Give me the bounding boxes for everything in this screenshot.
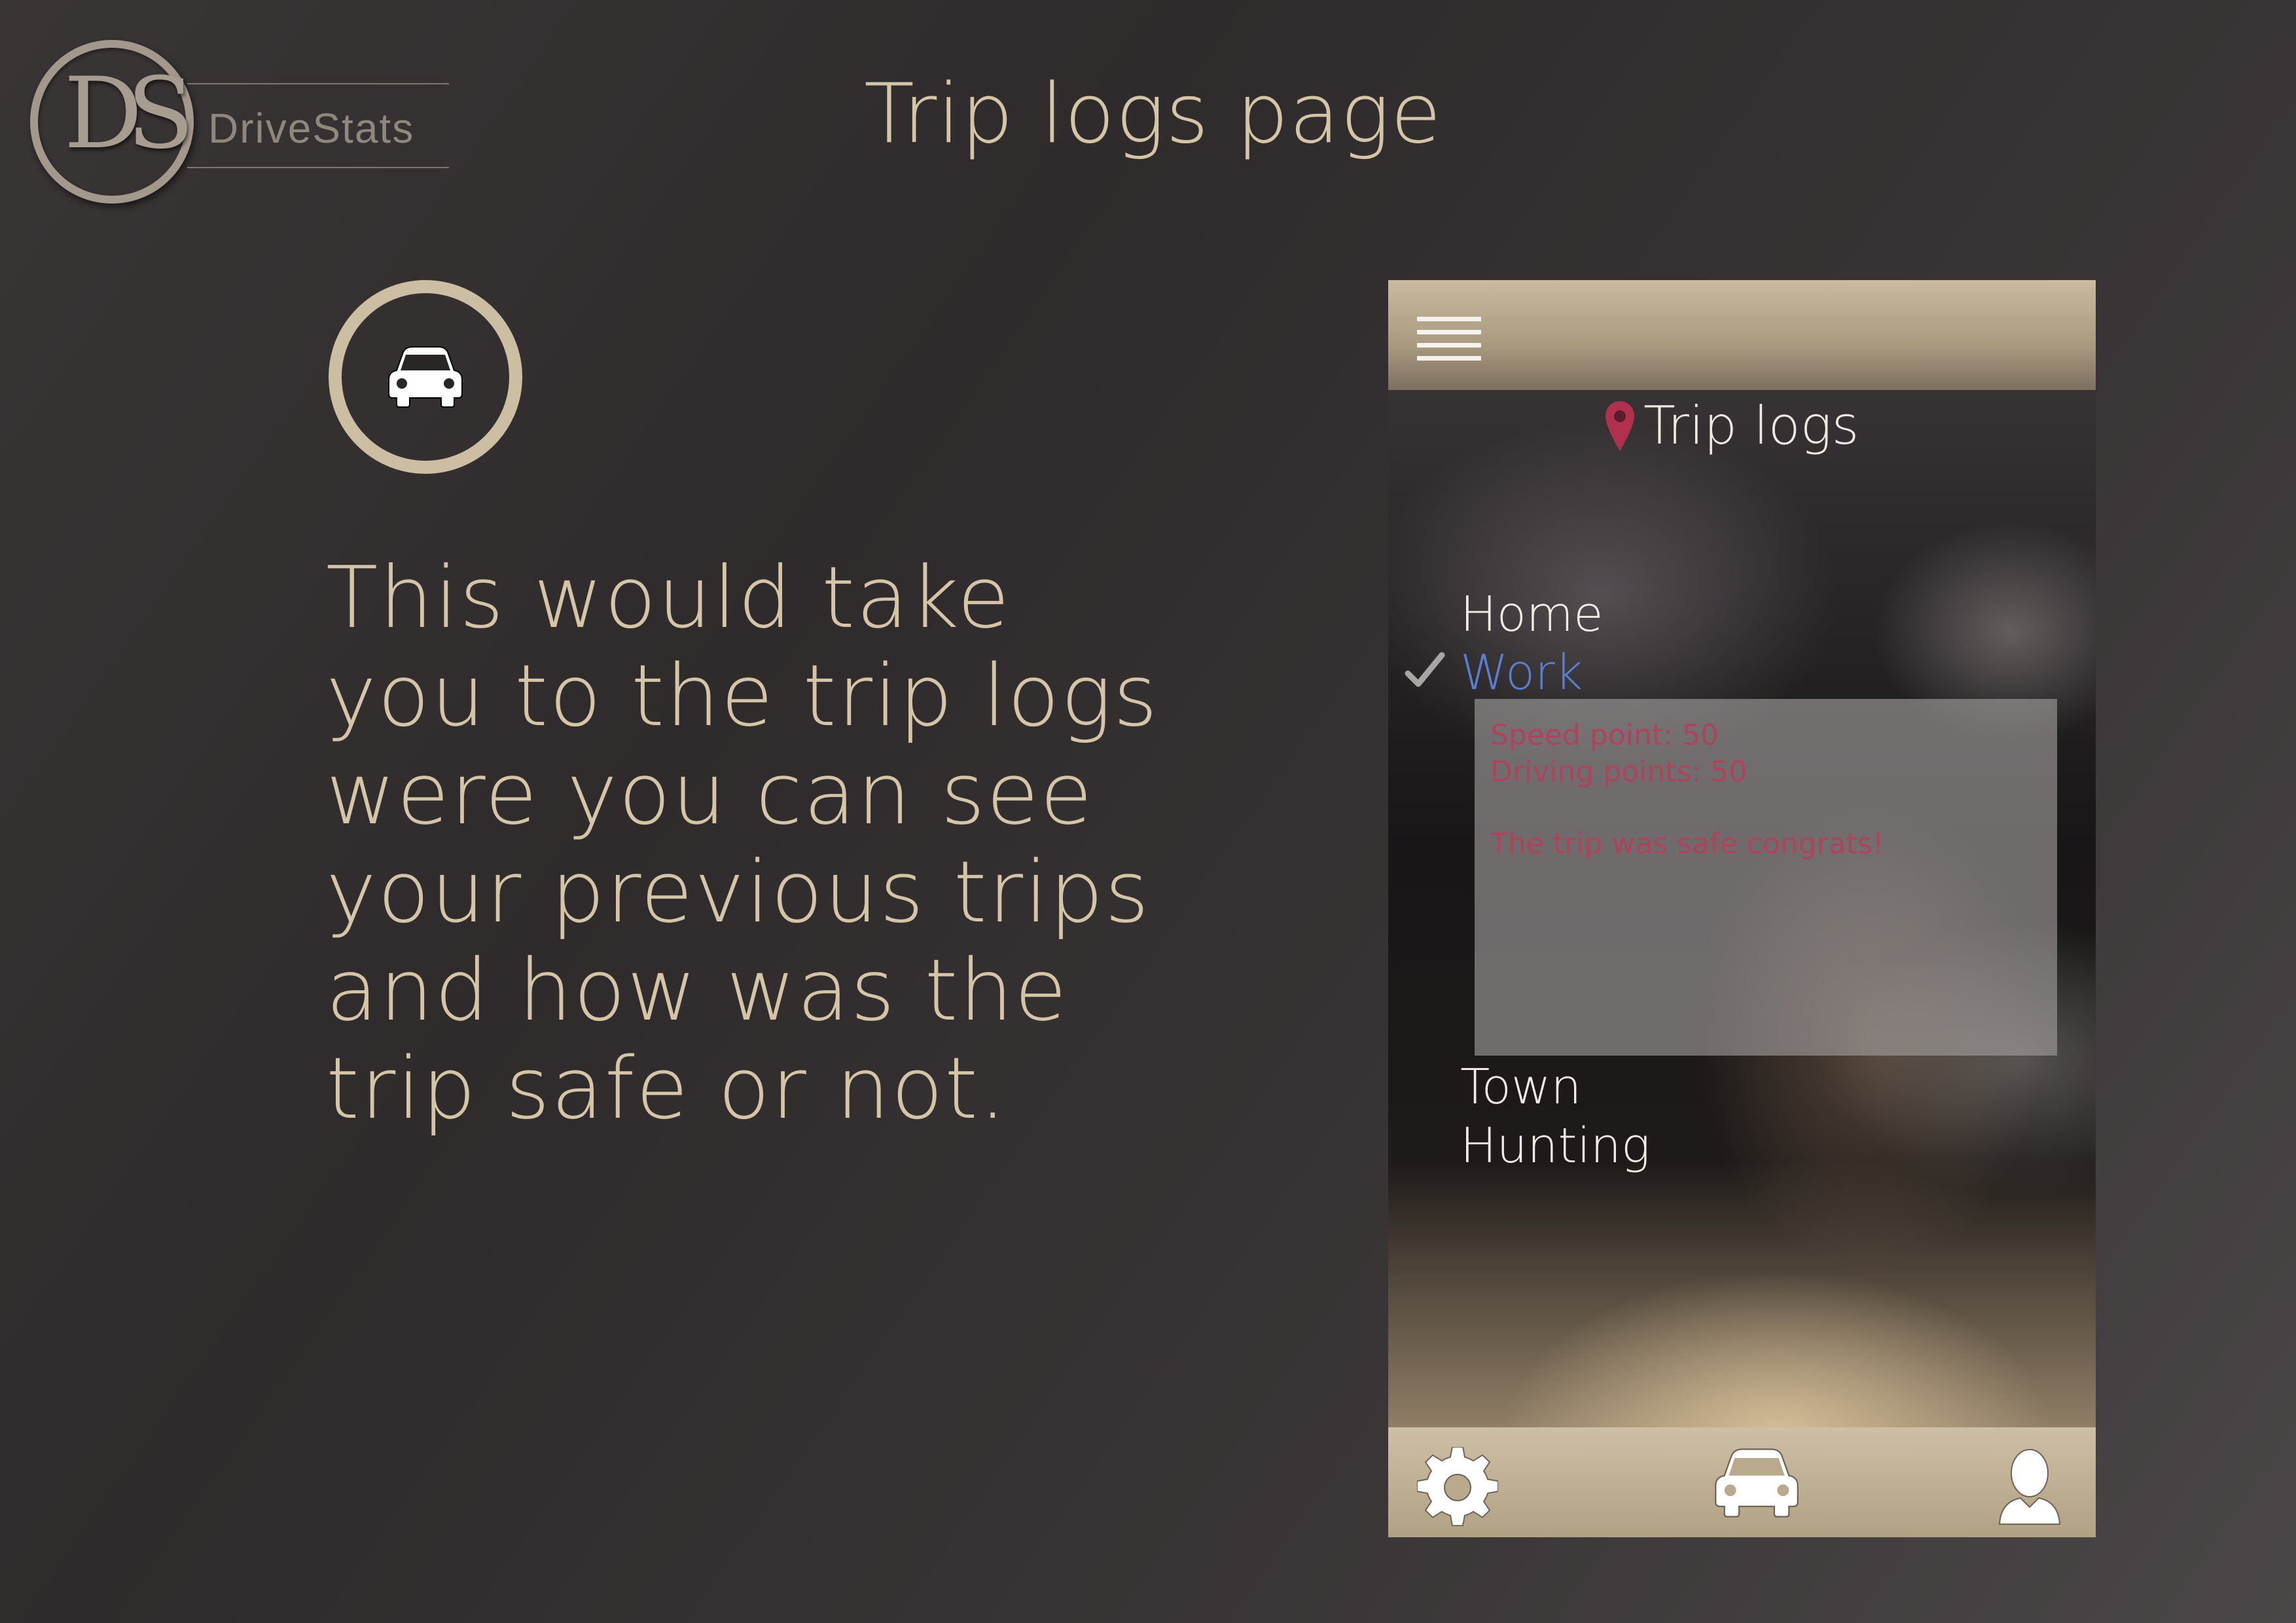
driving-points-text: Driving points: 50: [1490, 755, 1748, 789]
phone-heading: Trip logs: [1604, 395, 1859, 456]
logo-divider-bottom: [187, 167, 449, 168]
checkmark-icon: [1405, 652, 1445, 687]
description-line: trip safe or not.: [326, 1039, 1008, 1138]
drivestats-logo: DS DriveStats: [26, 36, 449, 213]
trip-logs-feature-icon: [329, 280, 522, 474]
user-icon[interactable]: [1997, 1447, 2062, 1525]
description-line: were you can see: [326, 744, 1094, 844]
trip-result-message: The trip was safe congrats!: [1490, 827, 1884, 861]
car-icon[interactable]: [1714, 1447, 1799, 1519]
phone-heading-text: Trip logs: [1643, 395, 1859, 456]
gear-icon[interactable]: [1417, 1447, 1498, 1528]
phone-mockup: Trip logs Home Work Speed point: 50 Driv…: [1388, 280, 2096, 1537]
page-title: Trip logs page: [864, 65, 1443, 162]
description-line: This would take: [326, 548, 1011, 647]
description-line: your previous trips: [326, 842, 1151, 942]
presentation-slide: DS DriveStats Trip logs page This would …: [0, 0, 2296, 1623]
feature-description: This would take you to the trip logs wer…: [326, 548, 1159, 1138]
trip-detail-panel: Speed point: 50 Driving points: 50 The t…: [1475, 699, 2057, 1056]
description-line: you to the trip logs: [326, 646, 1159, 745]
logo-mark: DS: [63, 57, 194, 171]
car-icon: [388, 346, 463, 408]
trip-item-hunting[interactable]: Hunting: [1460, 1118, 1650, 1174]
trip-item-work[interactable]: Work: [1460, 645, 1583, 701]
location-pin-icon: [1605, 401, 1634, 451]
trip-item-town[interactable]: Town: [1460, 1059, 1581, 1115]
phone-top-bar: [1388, 280, 2096, 390]
hamburger-menu-icon[interactable]: [1417, 317, 1481, 363]
logo-divider-top: [187, 83, 449, 84]
logo-name: DriveStats: [208, 105, 415, 152]
phone-bottom-nav: [1388, 1427, 2096, 1537]
speed-points-text: Speed point: 50: [1490, 719, 1719, 752]
trip-item-home[interactable]: Home: [1460, 586, 1604, 643]
description-line: and how was the: [326, 940, 1068, 1040]
